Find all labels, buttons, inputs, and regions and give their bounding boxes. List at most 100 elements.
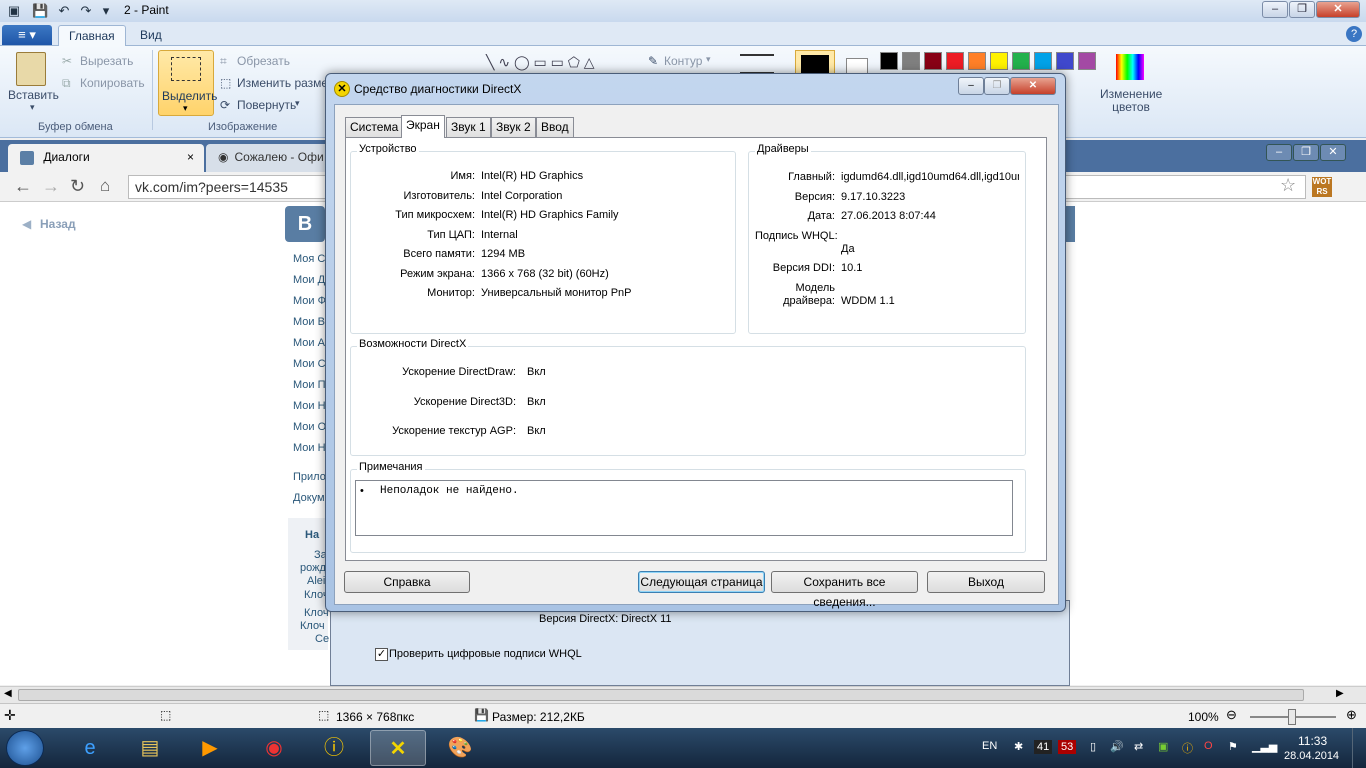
shapes-gallery[interactable]: ╲ ∿ ◯ ▭ ▭ ⬠ △ (486, 54, 595, 71)
whql-checkbox[interactable]: ✓ (375, 648, 388, 661)
clock-time[interactable]: 11:33 (1298, 734, 1327, 748)
cut-button[interactable]: Вырезать (80, 54, 133, 68)
tray-badge-1[interactable]: 41 (1034, 740, 1053, 754)
browser-tab-second[interactable]: ◉ Сожалею - Офи (206, 144, 336, 172)
chrome-icon[interactable]: ◉ (246, 730, 302, 766)
signal-icon[interactable]: ▁▃▅ (1252, 740, 1277, 753)
nvidia-icon[interactable]: ▣ (1158, 740, 1168, 753)
vk-logo[interactable]: B (285, 206, 325, 242)
scroll-left-icon[interactable]: ◀ (4, 688, 12, 699)
home-icon[interactable]: ⌂ (100, 176, 110, 196)
palette-swatch[interactable] (946, 52, 964, 70)
help-icon[interactable]: ? (1346, 26, 1362, 42)
dialog-minimize-button[interactable]: – (958, 77, 984, 95)
vk-menu-item[interactable]: Мои Н (293, 442, 326, 454)
start-button[interactable] (6, 730, 44, 766)
browser-close-button[interactable]: ✕ (1320, 144, 1346, 161)
close-button[interactable]: ✕ (1316, 1, 1360, 18)
vk-menu-item[interactable]: Моя С (293, 253, 325, 265)
tab-close-icon[interactable]: × (187, 150, 194, 164)
scroll-right-icon[interactable]: ▶ (1336, 688, 1344, 699)
vk-menu-item[interactable]: Мои П (293, 379, 326, 391)
vk-menu-item[interactable]: Докум (293, 492, 325, 504)
crop-button[interactable]: Обрезать (237, 54, 290, 68)
tab-home[interactable]: Главная (58, 25, 126, 46)
save-icon[interactable]: 💾 (32, 3, 48, 19)
resize-button[interactable]: Изменить разме (237, 76, 328, 90)
media-player-icon[interactable]: ▶ (182, 730, 238, 766)
file-menu-button[interactable]: ≡ ▾ (2, 25, 52, 45)
palette-swatch[interactable] (990, 52, 1008, 70)
paint-taskbar-icon[interactable]: 🎨 (432, 730, 488, 766)
rotate-button[interactable]: Повернуть (237, 98, 296, 112)
palette-swatch[interactable] (1056, 52, 1074, 70)
back-link[interactable]: Назад (40, 217, 76, 231)
customize-toolbar-icon[interactable]: ▾ (98, 3, 114, 19)
tray-badge-2[interactable]: 53 (1058, 740, 1077, 754)
help-button[interactable]: Справка (344, 571, 470, 593)
outline-dropdown-icon[interactable]: ▾ (706, 54, 711, 65)
tab-input[interactable]: Ввод (536, 117, 574, 137)
dialog-close-button[interactable]: ✕ (1010, 77, 1056, 95)
reload-icon[interactable]: ↻ (70, 176, 85, 197)
vk-menu-item[interactable]: Прило (293, 471, 326, 483)
maximize-button[interactable]: ❐ (1289, 1, 1315, 18)
explorer-folder-icon[interactable]: ▤ (122, 730, 178, 766)
info-tray-icon[interactable]: ⓘ (1182, 740, 1193, 756)
paste-button[interactable]: Вставить (8, 88, 59, 102)
forward-arrow-icon[interactable]: → (42, 176, 60, 197)
whql-checkbox-label[interactable]: Проверить цифровые подписи WHQL (389, 648, 582, 660)
browser-minimize-button[interactable]: – (1266, 144, 1292, 161)
copy-button[interactable]: Копировать (80, 76, 145, 90)
clock-date[interactable]: 28.04.2014 (1284, 750, 1339, 762)
paste-dropdown-icon[interactable]: ▾ (30, 102, 35, 113)
rotate-dropdown-icon[interactable]: ▾ (295, 98, 300, 109)
system-info-icon[interactable]: ⓘ (306, 730, 362, 766)
browser-tab-dialogs[interactable]: Диалоги × (8, 144, 204, 172)
palette-swatch[interactable] (1012, 52, 1030, 70)
opera-icon[interactable]: O (1204, 740, 1213, 752)
vk-menu-item[interactable]: Мои А (293, 337, 325, 349)
browser-maximize-button[interactable]: ❐ (1293, 144, 1319, 161)
internet-explorer-icon[interactable]: e (62, 730, 118, 766)
tab-display[interactable]: Экран (401, 115, 445, 138)
edit-colors-icon[interactable] (1116, 54, 1144, 80)
show-desktop-button[interactable] (1352, 728, 1366, 768)
zoom-slider-thumb[interactable] (1288, 709, 1296, 725)
vk-menu-item[interactable]: Мои Д (293, 274, 325, 286)
minimize-button[interactable]: – (1262, 1, 1288, 18)
vk-menu-item[interactable]: Мои С (293, 358, 326, 370)
exit-button[interactable]: Выход (927, 571, 1045, 593)
palette-swatch[interactable] (924, 52, 942, 70)
redo-icon[interactable]: ↷ (78, 3, 94, 19)
action-center-icon[interactable]: ⚑ (1228, 740, 1238, 753)
volume-icon[interactable]: 🔊 (1110, 740, 1124, 753)
vk-menu-item[interactable]: Мои О (293, 421, 326, 433)
tab-sound-1[interactable]: Звук 1 (446, 117, 491, 137)
zoom-out-icon[interactable]: ⊖ (1226, 707, 1237, 723)
language-indicator[interactable]: EN (982, 740, 997, 752)
back-chevron-icon[interactable]: ◀ (22, 217, 31, 231)
save-all-info-button[interactable]: Сохранить все сведения... (771, 571, 918, 609)
undo-icon[interactable]: ↶ (56, 3, 72, 19)
horizontal-scrollbar[interactable]: ◀ ▶ (0, 686, 1366, 703)
zoom-in-icon[interactable]: ⊕ (1346, 707, 1357, 723)
tab-sound-2[interactable]: Звук 2 (491, 117, 536, 137)
back-arrow-icon[interactable]: ← (14, 176, 32, 197)
extension-icon[interactable]: WOT RS (1312, 177, 1332, 197)
bookmark-star-icon[interactable]: ☆ (1280, 175, 1296, 196)
paste-icon[interactable] (16, 52, 46, 86)
select-button[interactable]: Выделить ▾ (158, 50, 217, 116)
network-tray-icon[interactable]: ⇄ (1134, 740, 1143, 753)
battery-icon[interactable]: ▯ (1090, 740, 1096, 753)
vk-menu-item[interactable]: Мои В (293, 316, 325, 328)
vk-menu-item[interactable]: Мои Н (293, 400, 326, 412)
palette-swatch[interactable] (968, 52, 986, 70)
directx-taskbar-icon[interactable]: ✕ (370, 730, 426, 766)
palette-swatch[interactable] (880, 52, 898, 70)
tab-system[interactable]: Система (345, 117, 404, 137)
next-page-button[interactable]: Следующая страница (638, 571, 765, 593)
palette-swatch[interactable] (1078, 52, 1096, 70)
outline-button[interactable]: Контур (664, 54, 702, 68)
bluetooth-icon[interactable]: ✱ (1014, 740, 1023, 753)
